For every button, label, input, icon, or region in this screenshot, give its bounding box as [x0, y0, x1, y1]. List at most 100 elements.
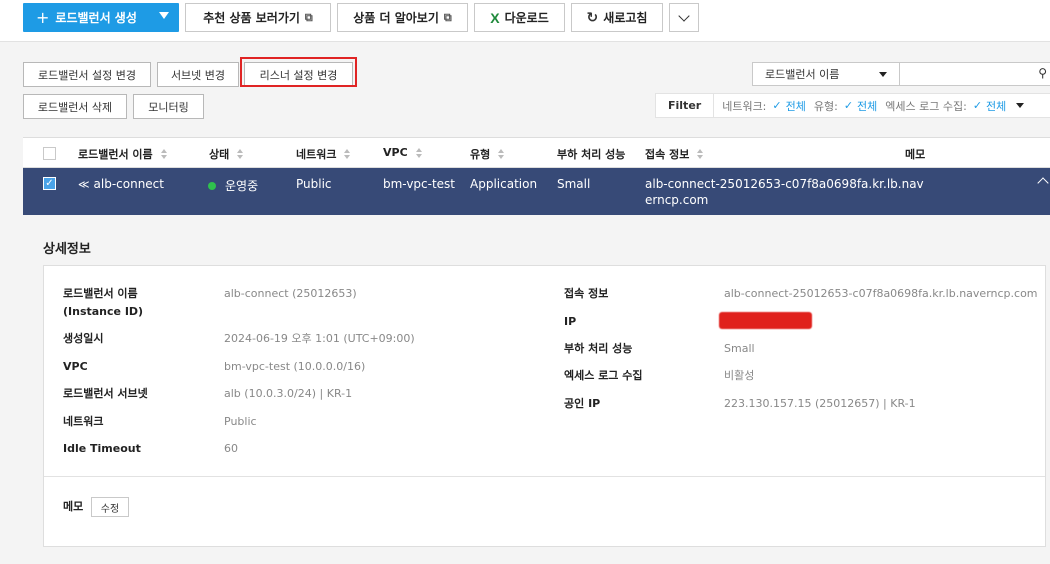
- filter-network[interactable]: 네트워크: ✓ 전체: [722, 98, 806, 114]
- filter-type-label: 유형:: [813, 99, 838, 113]
- search-icon[interactable]: ⚲: [1038, 66, 1047, 80]
- detail-label-ip: IP: [564, 315, 577, 328]
- detail-value-vpc: bm-vpc-test (10.0.0.0/16): [224, 360, 366, 373]
- top-toolbar: + 로드밸런서 생성 추천 상품 보러가기 ⧉ 상품 더 알아보기 ⧉ X 다운…: [0, 0, 1050, 42]
- detail-label-subnet: 로드밸런서 서브넷: [63, 387, 148, 400]
- change-subnet-button[interactable]: 서브넷 변경: [157, 62, 239, 87]
- detail-label-network: 네트워크: [63, 415, 104, 428]
- detail-value-network: Public: [224, 415, 257, 428]
- detail-label-instance-id: (Instance ID): [63, 305, 144, 318]
- cell-endpoint-line1: alb-connect-25012653-c07f8a0698fa.kr.lb.…: [645, 177, 924, 191]
- cell-type: Application: [470, 177, 538, 191]
- cell-status: 운영중: [208, 177, 258, 194]
- check-icon: ✓: [772, 99, 782, 112]
- row-checkbox[interactable]: ✓: [43, 177, 56, 190]
- search-field-select[interactable]: 로드밸런서 이름: [752, 62, 900, 86]
- filter-network-label: 네트워크:: [722, 99, 767, 113]
- recommend-label: 추천 상품 보러가기: [203, 11, 300, 25]
- create-load-balancer-button[interactable]: + 로드밸런서 생성: [23, 3, 179, 32]
- chevron-down-icon: [678, 9, 690, 22]
- external-link-icon: ⧉: [304, 10, 313, 24]
- memo-label: 메모: [63, 500, 84, 513]
- chevron-up-icon[interactable]: [1037, 177, 1049, 189]
- col-type[interactable]: 유형: [470, 146, 505, 162]
- status-running-icon: [208, 182, 216, 190]
- filter-bar: Filter 네트워크: ✓ 전체 유형: ✓ 전체 엑세스 로그 수집: ✓ …: [655, 93, 1050, 118]
- check-icon: ✓: [972, 99, 983, 112]
- filter-type[interactable]: 유형: ✓ 전체: [814, 98, 877, 114]
- create-button-label: 로드밸런서 생성: [55, 11, 137, 25]
- change-lb-settings-button[interactable]: 로드밸런서 설정 변경: [23, 62, 151, 87]
- detail-title: 상세정보: [43, 242, 91, 257]
- col-status[interactable]: 상태: [209, 146, 244, 162]
- refresh-button[interactable]: ↻ 새로고침: [571, 3, 663, 32]
- cell-endpoint-line2: erncp.com: [645, 193, 709, 207]
- filter-access-log[interactable]: 엑세스 로그 수집: ✓ 전체: [885, 98, 1025, 114]
- caret-down-icon[interactable]: [159, 12, 169, 19]
- cell-performance: Small: [557, 177, 591, 191]
- caret-down-icon: [879, 72, 887, 77]
- recommend-products-button[interactable]: 추천 상품 보러가기 ⧉: [185, 3, 331, 32]
- detail-label-vpc: VPC: [63, 360, 88, 373]
- check-icon: ✓: [843, 99, 854, 112]
- learn-more-label: 상품 더 알아보기: [353, 11, 439, 25]
- col-performance[interactable]: 부하 처리 성능: [557, 146, 625, 162]
- refresh-icon: ↻: [586, 9, 599, 26]
- sort-icon[interactable]: [237, 149, 244, 159]
- detail-label-idle-timeout: Idle Timeout: [63, 442, 141, 455]
- detail-label-performance: 부하 처리 성능: [564, 342, 633, 355]
- filter-access-log-label: 엑세스 로그 수집:: [885, 99, 967, 113]
- detail-value-idle-timeout: 60: [224, 442, 238, 455]
- table-header: 로드밸런서 이름 상태 네트워크 VPC 유형 부하 처리 성능 접속 정보 메…: [23, 137, 1050, 168]
- detail-value-lb-name: alb-connect (25012653): [224, 287, 357, 300]
- filter-type-value: 전체: [857, 99, 878, 113]
- filter-network-value: 전체: [785, 99, 806, 113]
- excel-icon: X: [490, 9, 500, 26]
- download-label: 다운로드: [504, 11, 549, 25]
- cell-network: Public: [296, 177, 332, 191]
- load-balancer-icon: ≪: [78, 178, 90, 191]
- detail-value-performance: Small: [724, 342, 755, 355]
- cell-lb-name: ≪ alb-connect: [78, 177, 164, 191]
- search-input[interactable]: ⚲: [900, 62, 1050, 86]
- detail-value-created: 2024-06-19 오후 1:01 (UTC+09:00): [224, 332, 415, 345]
- col-endpoint[interactable]: 접속 정보: [645, 146, 704, 162]
- external-link-icon: ⧉: [443, 10, 452, 24]
- col-memo: 메모: [905, 148, 926, 161]
- monitoring-button[interactable]: 모니터링: [133, 94, 204, 119]
- redacted-ip: [719, 312, 812, 329]
- select-all-checkbox[interactable]: [43, 147, 56, 160]
- sort-icon[interactable]: [160, 149, 167, 159]
- detail-value-public-ip: 223.130.157.15 (25012657) | KR-1: [724, 397, 916, 410]
- col-vpc[interactable]: VPC: [383, 146, 422, 159]
- plus-icon: +: [36, 7, 50, 27]
- col-network[interactable]: 네트워크: [296, 146, 351, 162]
- table-row[interactable]: ✓ ≪ alb-connect 운영중 Public bm-vpc-test Ap…: [23, 168, 1050, 215]
- detail-value-subnet: alb (10.0.3.0/24) | KR-1: [224, 387, 353, 400]
- detail-label-access-log: 엑세스 로그 수집: [564, 369, 643, 382]
- caret-down-icon[interactable]: [1016, 103, 1025, 108]
- memo-edit-button[interactable]: 수정: [91, 497, 129, 517]
- refresh-label: 새로고침: [603, 11, 648, 25]
- detail-value-endpoint: alb-connect-25012653-c07f8a0698fa.kr.lb.…: [724, 287, 1038, 300]
- sort-icon[interactable]: [415, 147, 422, 158]
- filter-label[interactable]: Filter: [656, 94, 715, 117]
- detail-label-endpoint: 접속 정보: [564, 287, 609, 300]
- search-select-value: 로드밸런서 이름: [765, 68, 840, 81]
- divider: [44, 476, 1045, 477]
- sort-icon[interactable]: [344, 149, 351, 159]
- delete-lb-button[interactable]: 로드밸런서 삭제: [23, 94, 127, 119]
- sort-icon[interactable]: [697, 149, 704, 159]
- sort-icon[interactable]: [498, 149, 505, 159]
- highlight-box: [240, 57, 357, 87]
- detail-label-created: 생성일시: [63, 332, 104, 345]
- cell-vpc: bm-vpc-test: [383, 177, 456, 191]
- download-button[interactable]: X 다운로드: [474, 3, 565, 32]
- detail-value-access-log: 비활성: [724, 369, 755, 382]
- more-menu-button[interactable]: [669, 3, 699, 32]
- filter-access-log-value: 전체: [986, 99, 1007, 113]
- detail-label-public-ip: 공인 IP: [564, 397, 601, 410]
- col-lb-name[interactable]: 로드밸런서 이름: [78, 146, 167, 162]
- detail-label-lb-name: 로드밸런서 이름: [63, 287, 138, 300]
- learn-more-button[interactable]: 상품 더 알아보기 ⧉: [337, 3, 468, 32]
